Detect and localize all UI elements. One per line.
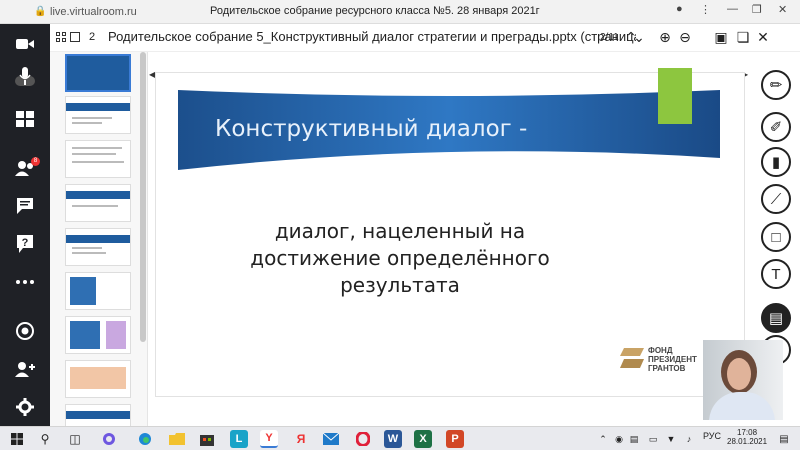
sidebar-toggle-icon[interactable] [70, 32, 82, 44]
restore-icon[interactable]: ❐ [752, 3, 762, 16]
clock-time: 17:08 [737, 428, 758, 437]
document-header: 2 Родительское собрание 5_Конструктивный… [50, 24, 800, 52]
camera-status-icon: ● [676, 3, 683, 15]
logo-line: ФОНД [648, 346, 673, 355]
app-l-icon[interactable]: L [230, 430, 248, 448]
svg-text:?: ? [22, 237, 29, 249]
yandex-icon[interactable]: Я [292, 430, 310, 448]
lock-icon: 🔒 [34, 5, 47, 17]
windows-taskbar: ⚲ ◫ L Y Я W X P ⌃ ◉ ▤ ▭ ▼ ♪ ▤ [0, 426, 800, 450]
slide-title: Конструктивный диалог - [215, 116, 528, 142]
fit-screen-icon[interactable]: ▣ [712, 28, 730, 46]
notifications-icon[interactable]: ▤ [775, 430, 793, 448]
thumbnail-scrollbar[interactable] [140, 52, 146, 342]
more-icon[interactable] [13, 270, 37, 294]
search-icon[interactable]: ⚲ [36, 430, 54, 448]
close-window-icon[interactable]: ✕ [778, 3, 787, 16]
page-number-input[interactable]: 2 [89, 31, 95, 43]
zoom-out-icon[interactable]: ⊖ [676, 28, 694, 46]
slide-thumbnail[interactable] [65, 360, 131, 398]
battery-icon[interactable]: ▭ [644, 430, 662, 448]
taskbar-clock[interactable]: 17:08 28.01.2021 [727, 428, 767, 446]
volume-icon[interactable]: ♪ [680, 430, 698, 448]
invite-icon[interactable] [13, 357, 37, 381]
camera-icon[interactable] [13, 32, 37, 56]
slide-thumbnail[interactable] [65, 184, 131, 222]
crop-icon[interactable]: ❏ [734, 28, 752, 46]
record-icon[interactable] [13, 319, 37, 343]
fund-logo-mark-icon [620, 348, 644, 368]
thumbnail-grid-icon[interactable] [56, 32, 68, 44]
chat-bubble-icon[interactable]: ▤ [761, 303, 791, 333]
rectangle-icon[interactable]: □ [761, 222, 791, 252]
webcam-preview[interactable] [703, 340, 783, 420]
slide-thumbnail[interactable] [65, 140, 131, 178]
mic-icon[interactable] [13, 64, 37, 88]
close-document-icon[interactable]: ✕ [754, 28, 772, 46]
minimize-icon[interactable]: — [727, 3, 738, 15]
fund-logo: ФОНД ПРЕЗИДЕНТ ГРАНТОВ [620, 345, 710, 375]
word-icon[interactable]: W [384, 430, 402, 448]
participants-badge: 8 [31, 157, 40, 166]
tray-network-icon[interactable]: ▤ [625, 430, 643, 448]
slide-thumbnail[interactable] [65, 54, 131, 92]
yandex-browser-icon[interactable]: Y [260, 430, 278, 448]
clock-date: 28.01.2021 [727, 437, 768, 446]
text-icon[interactable]: T [761, 259, 791, 289]
settings-icon[interactable] [13, 395, 37, 419]
store-icon[interactable] [198, 430, 216, 448]
url-text[interactable]: live.virtualroom.ru [50, 6, 137, 18]
logo-line: ГРАНТОВ [648, 364, 686, 373]
slide-thumbnail[interactable] [65, 272, 131, 310]
slide-thumbnail[interactable] [65, 404, 131, 426]
slide-body-text: диалог, нацеленный на достижение определ… [250, 219, 550, 297]
window-title: Родительское собрание ресурсного класса … [210, 5, 540, 17]
pen-icon[interactable]: ✏ [761, 70, 791, 100]
menu-dots-icon[interactable]: ⋮ [700, 3, 711, 16]
mail-icon[interactable] [322, 430, 340, 448]
accent-bar [658, 68, 692, 124]
task-view-icon[interactable]: ◫ [66, 430, 84, 448]
keyboard-language[interactable]: РУС [703, 431, 721, 441]
powerpoint-icon[interactable]: P [446, 430, 464, 448]
opera-icon[interactable] [354, 430, 372, 448]
folder-icon[interactable] [168, 430, 186, 448]
zoom-in-icon[interactable]: ⊕ [656, 28, 674, 46]
slide-thumbnail[interactable] [65, 316, 131, 354]
line-icon[interactable]: ⟋ [761, 184, 791, 214]
windows-start-icon[interactable] [8, 430, 26, 448]
excel-icon[interactable]: X [414, 430, 432, 448]
screen-share-icon[interactable] [13, 107, 37, 131]
brush-icon[interactable]: ✐ [761, 112, 791, 142]
highlighter-icon[interactable]: ▮ [761, 147, 791, 177]
browser-title-bar: 🔒 live.virtualroom.ru Родительское собра… [0, 0, 800, 24]
logo-line: ПРЕЗИДЕНТ [648, 355, 697, 364]
question-icon[interactable]: ? [13, 232, 37, 256]
wifi-icon[interactable]: ▼ [662, 430, 680, 448]
slide-thumbnail[interactable] [65, 228, 131, 266]
edge-icon[interactable] [136, 430, 154, 448]
page-counter: 2/11 [600, 32, 619, 43]
document-title: Родительское собрание 5_Конструктивный д… [108, 29, 636, 44]
left-toolbar: 8 ? [0, 24, 50, 426]
chat-icon[interactable] [13, 194, 37, 218]
cortana-icon[interactable] [100, 430, 118, 448]
chevron-down-icon[interactable]: ⌄ [630, 28, 648, 46]
slide-thumbnails [50, 52, 148, 426]
slide-thumbnail[interactable] [65, 96, 131, 134]
